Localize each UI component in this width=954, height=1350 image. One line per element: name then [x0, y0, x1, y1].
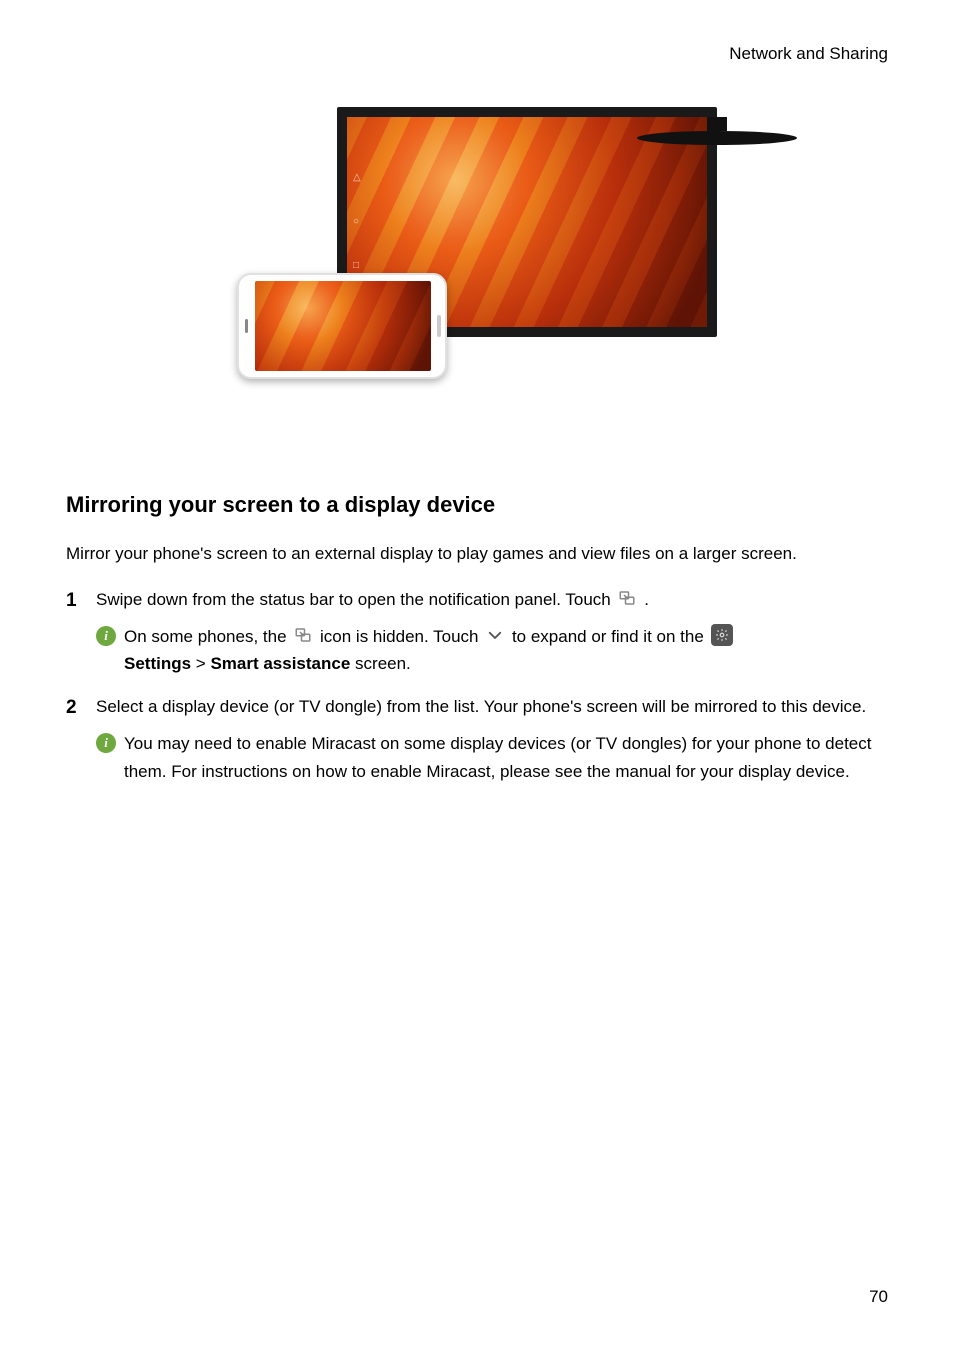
chevron-down-icon — [485, 625, 505, 645]
section-title: Mirroring your screen to a display devic… — [66, 487, 888, 522]
info-note: i On some phones, the icon is hidden. T — [96, 623, 888, 677]
note-text: to expand or find it on the — [512, 627, 709, 646]
note-text: icon is hidden. Touch — [320, 627, 483, 646]
step-1: 1 Swipe down from the status bar to open… — [66, 586, 888, 684]
info-icon: i — [96, 626, 116, 646]
cast-icon — [293, 625, 313, 645]
chapter-header: Network and Sharing — [66, 40, 888, 67]
steps-list: 1 Swipe down from the status bar to open… — [66, 586, 888, 791]
step-text: Select a display device (or TV dongle) f… — [96, 697, 866, 716]
step-number: 1 — [66, 586, 96, 684]
phone-device — [237, 273, 447, 379]
info-icon: i — [96, 733, 116, 753]
settings-app-icon — [711, 624, 733, 646]
section-intro: Mirror your phone's screen to an externa… — [66, 540, 888, 567]
step-number: 2 — [66, 693, 96, 791]
cast-icon — [617, 588, 637, 608]
step-text-after: . — [644, 590, 649, 609]
page-number: 70 — [869, 1283, 888, 1310]
note-text: screen. — [350, 654, 410, 673]
tv-nav-icons: △○□ — [353, 170, 361, 274]
info-note: i You may need to enable Miracast on som… — [96, 730, 888, 784]
hero-illustration: △○□ — [66, 107, 888, 367]
note-text: You may need to enable Miracast on some … — [124, 730, 888, 784]
note-bold: Settings — [124, 654, 191, 673]
step-text: Swipe down from the status bar to open t… — [96, 590, 615, 609]
note-text: On some phones, the — [124, 627, 291, 646]
note-sep: > — [191, 654, 210, 673]
note-bold: Smart assistance — [210, 654, 350, 673]
step-2: 2 Select a display device (or TV dongle)… — [66, 693, 888, 791]
